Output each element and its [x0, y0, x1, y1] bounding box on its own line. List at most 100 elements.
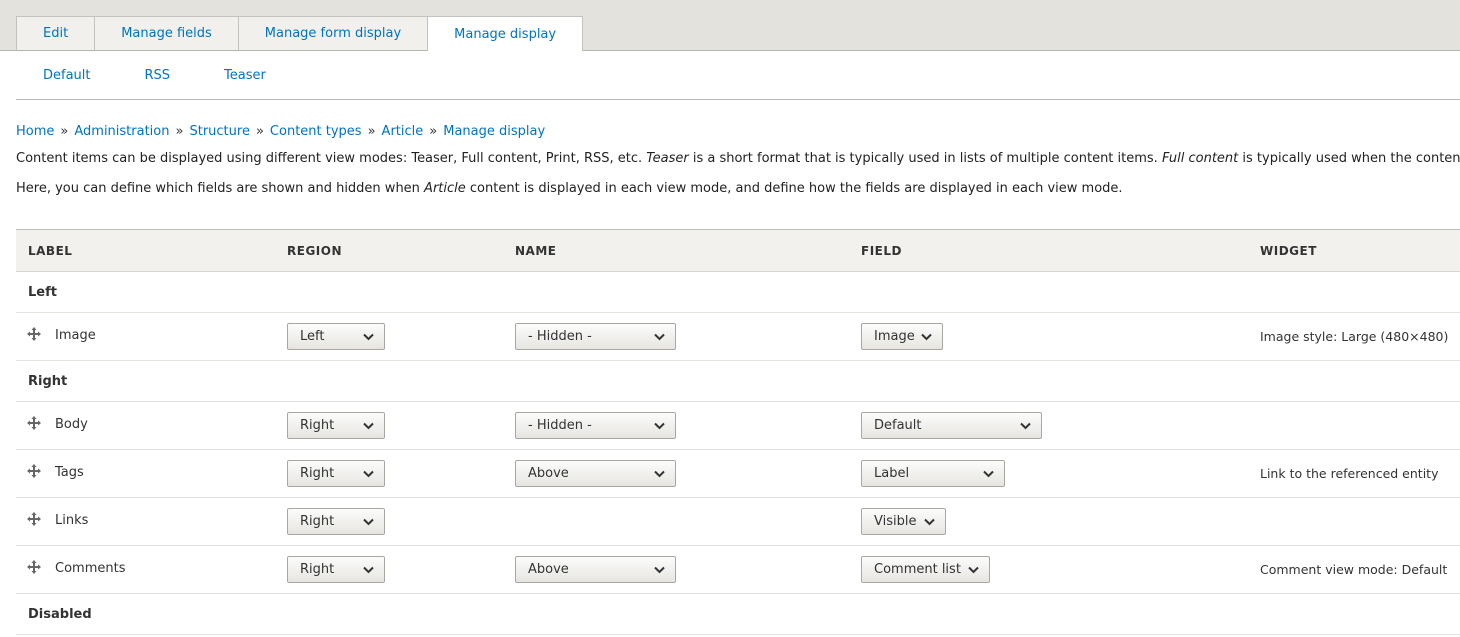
drag-handle-icon[interactable] — [27, 464, 41, 478]
chevron-down-icon — [983, 470, 994, 478]
drag-handle-icon[interactable] — [27, 512, 41, 526]
secondary-tabs: Default RSS Teaser — [16, 51, 1460, 100]
help-text-segment: Content items can be displayed using dif… — [16, 151, 647, 166]
format-select[interactable]: Label — [861, 460, 1005, 487]
chevron-down-icon — [921, 333, 932, 341]
tab-teaser[interactable]: Teaser — [197, 68, 293, 83]
header-region: REGION — [287, 244, 342, 258]
help-text-segment: content is displayed in each view mode, … — [465, 181, 1123, 196]
select-value: Right — [300, 514, 335, 529]
help-text-emphasis: Full content — [1161, 151, 1239, 166]
chevron-down-icon — [363, 422, 374, 430]
tab-rss[interactable]: RSS — [118, 68, 198, 83]
region-title: Disabled — [28, 607, 92, 622]
primary-tabs-bar: Edit Manage fields Manage form display M… — [0, 0, 1460, 51]
table-header: LABEL REGION NAME FIELD WIDGET — [16, 230, 1460, 272]
format-select[interactable]: Default — [861, 412, 1042, 439]
select-value: Right — [300, 418, 335, 433]
table-row: Comments Right Above Comment list Commen… — [16, 546, 1460, 594]
breadcrumb-administration[interactable]: Administration — [74, 124, 169, 139]
chevron-down-icon — [363, 470, 374, 478]
format-select[interactable]: Comment list — [861, 556, 990, 583]
breadcrumb-structure[interactable]: Structure — [189, 124, 249, 139]
region-row-disabled: Disabled — [16, 594, 1460, 635]
select-value: Left — [300, 329, 325, 344]
widget-summary: Image style: Large (480×480) — [1260, 329, 1449, 344]
breadcrumb-separator: » — [367, 124, 376, 139]
region-select[interactable]: Left — [287, 323, 385, 350]
select-value: Right — [300, 562, 335, 577]
header-label: LABEL — [28, 244, 73, 258]
field-display-table: LABEL REGION NAME FIELD WIDGET Left Imag… — [16, 229, 1460, 635]
drag-handle-icon[interactable] — [27, 327, 41, 341]
label-select[interactable]: - Hidden - — [515, 412, 676, 439]
format-select[interactable]: Visible — [861, 508, 946, 535]
breadcrumb-separator: » — [60, 124, 69, 139]
region-select[interactable]: Right — [287, 412, 385, 439]
region-title: Right — [28, 374, 68, 389]
label-select[interactable]: - Hidden - — [515, 323, 676, 350]
select-value: Image — [874, 329, 915, 344]
header-field: FIELD — [861, 244, 902, 258]
table-row: Links Right Visible — [16, 498, 1460, 546]
field-label: Body — [55, 417, 88, 432]
region-select[interactable]: Right — [287, 460, 385, 487]
chevron-down-icon — [654, 470, 665, 478]
tab-edit[interactable]: Edit — [16, 16, 96, 50]
chevron-down-icon — [654, 566, 665, 574]
breadcrumb-manage-display[interactable]: Manage display — [443, 124, 545, 139]
breadcrumb-separator: » — [429, 124, 438, 139]
chevron-down-icon — [363, 333, 374, 341]
select-value: Above — [528, 466, 569, 481]
field-label: Tags — [55, 465, 84, 480]
table-row: Body Right - Hidden - Default — [16, 402, 1460, 450]
region-row-right: Right — [16, 361, 1460, 402]
tab-default[interactable]: Default — [16, 68, 118, 83]
drag-handle-icon[interactable] — [27, 416, 41, 430]
field-label: Comments — [55, 561, 126, 576]
format-select[interactable]: Image — [861, 323, 943, 350]
help-text-segment: is a short format that is typically used… — [688, 151, 1162, 166]
select-value: Comment list — [874, 562, 961, 577]
chevron-down-icon — [924, 518, 935, 526]
select-value: Label — [874, 466, 910, 481]
widget-summary: Comment view mode: Default — [1260, 562, 1448, 577]
help-text-emphasis: Article — [424, 181, 466, 196]
table-row: Image Left - Hidden - Image Image style:… — [16, 313, 1460, 361]
header-name: NAME — [515, 244, 557, 258]
chevron-down-icon — [1020, 422, 1031, 430]
label-select[interactable]: Above — [515, 460, 676, 487]
help-text-emphasis: Teaser — [646, 151, 689, 166]
breadcrumb: Home » Administration » Structure » Content ty… — [16, 124, 545, 139]
tab-manage-fields[interactable]: Manage fields — [94, 16, 239, 50]
breadcrumb-article[interactable]: Article — [382, 124, 424, 139]
chevron-down-icon — [363, 566, 374, 574]
breadcrumb-content-types[interactable]: Content types — [270, 124, 362, 139]
help-text-fields: Here, you can define which fields are sh… — [16, 181, 1123, 196]
help-text-view-modes: Content items can be displayed using dif… — [16, 151, 1460, 166]
region-select[interactable]: Right — [287, 556, 385, 583]
chevron-down-icon — [363, 518, 374, 526]
tab-manage-display[interactable]: Manage display — [427, 16, 584, 51]
label-select[interactable]: Above — [515, 556, 676, 583]
chevron-down-icon — [654, 422, 665, 430]
select-value: Above — [528, 562, 569, 577]
header-widget: WIDGET — [1260, 244, 1317, 258]
region-title: Left — [28, 285, 57, 300]
region-row-left: Left — [16, 272, 1460, 313]
breadcrumb-home[interactable]: Home — [16, 124, 54, 139]
breadcrumb-separator: » — [255, 124, 264, 139]
select-value: - Hidden - — [528, 418, 592, 433]
widget-summary: Link to the referenced entity — [1260, 466, 1439, 481]
select-value: - Hidden - — [528, 329, 592, 344]
primary-tabs: Edit Manage fields Manage form display M… — [16, 16, 584, 51]
chevron-down-icon — [968, 566, 979, 574]
help-text-segment: is typically used when the content — [1238, 151, 1460, 166]
field-label: Image — [55, 328, 96, 343]
field-label: Links — [55, 513, 89, 528]
table-row: Tags Right Above Label Link to the refer… — [16, 450, 1460, 498]
tab-manage-form-display[interactable]: Manage form display — [237, 16, 429, 50]
region-select[interactable]: Right — [287, 508, 385, 535]
select-value: Default — [874, 418, 922, 433]
drag-handle-icon[interactable] — [27, 560, 41, 574]
